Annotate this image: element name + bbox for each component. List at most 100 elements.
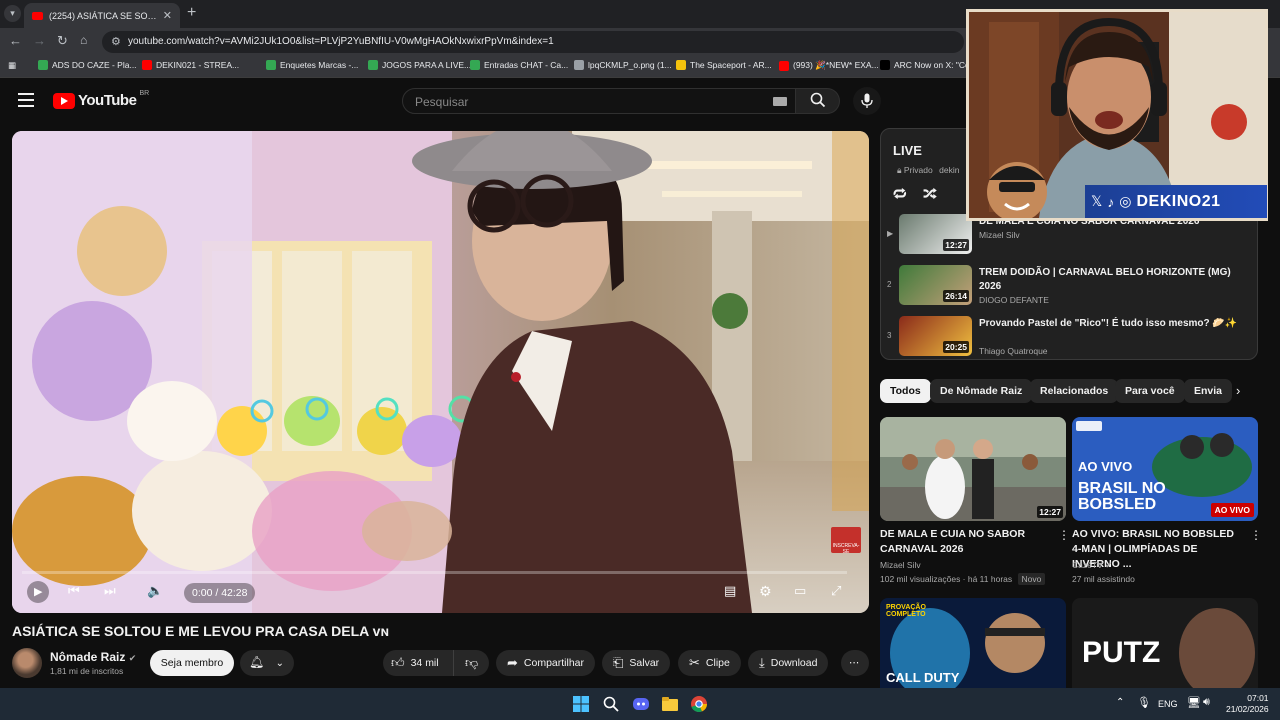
settings-icon[interactable]: ⚙ <box>759 583 772 600</box>
video-duration: 26:14 <box>943 290 969 302</box>
chip-related[interactable]: Relacionados <box>1030 379 1119 403</box>
video-thumbnail[interactable]: PROVAÇÃO COMPLETO CALL DUTY <box>880 598 1066 688</box>
bookmark-item[interactable]: Entradas CHAT - Ca... <box>470 60 568 70</box>
back-icon[interactable]: ← <box>9 33 22 48</box>
playlist-item[interactable]: 2 26:14 TREM DOIDÃO | CARNAVAL BELO HORIZO… <box>881 262 1257 312</box>
playlist-item[interactable]: 3 20:25 Provando Pastel de "Rico"! É tudo … <box>881 313 1257 359</box>
playlist-item-title[interactable]: TREM DOIDÃO | CARNAVAL BELO HORIZONTE (M… <box>979 266 1241 294</box>
video-thumbnail[interactable]: 20:25 <box>899 316 972 356</box>
viewer-count: 27 mil assistindo <box>1072 574 1135 584</box>
save-button[interactable]: ⎗ Salvar <box>602 650 671 676</box>
subtitles-icon[interactable]: ▤ <box>724 583 736 599</box>
channel-avatar[interactable] <box>12 648 42 678</box>
playlist-title[interactable]: LIVE <box>893 143 922 158</box>
video-thumbnail[interactable]: 12:27 <box>899 214 972 254</box>
file-explorer-icon[interactable] <box>661 695 679 713</box>
join-button[interactable]: Seja membro <box>150 650 234 676</box>
video-player[interactable] <box>12 131 869 613</box>
recommendation-card[interactable]: PUTZ <box>1072 598 1258 688</box>
previous-icon[interactable]: ⏮ <box>68 583 80 599</box>
microphone-icon[interactable]: 🎙︎ <box>1137 696 1151 709</box>
notifications-button[interactable]: 🔔︎ ⌄ <box>240 650 294 676</box>
discord-icon[interactable] <box>632 695 650 713</box>
subscribe-watermark[interactable]: INSCREVA-SE <box>831 527 861 555</box>
video-thumbnail[interactable]: AO VIVO BRASIL NO BOBSLED AO VIVO <box>1072 417 1258 521</box>
volume-icon[interactable]: 🔈 <box>147 583 163 599</box>
chevron-right-icon[interactable]: › <box>1236 383 1240 398</box>
search-icon[interactable] <box>602 695 620 713</box>
bookmark-item[interactable]: JOGOS PARA A LIVE... <box>368 60 471 70</box>
playlist-item-channel[interactable]: Mizael Silv <box>979 230 1020 240</box>
search-input[interactable]: Pesquisar <box>402 88 796 114</box>
site-info-icon[interactable]: ⚙ <box>111 35 121 48</box>
playlist-item-channel[interactable]: DIOGO DEFANTE <box>979 295 1049 305</box>
next-icon[interactable]: ⏭ <box>104 583 116 599</box>
bookmark-item[interactable]: DEKIN021 - STREA... <box>142 60 239 70</box>
network-icon[interactable]: 🖥︎ <box>1187 696 1201 709</box>
apps-icon[interactable]: ▦ <box>8 60 16 71</box>
close-tab-icon[interactable]: ✕ <box>163 9 172 22</box>
channel-name[interactable]: CazéTV ✔ <box>1072 560 1112 571</box>
windows-start-icon[interactable] <box>572 695 590 713</box>
reload-icon[interactable]: ↻ <box>57 33 68 49</box>
home-icon[interactable]: ⌂ <box>80 33 87 47</box>
chip-for-you[interactable]: Para você <box>1115 379 1185 403</box>
tab-search-button[interactable]: ▾ <box>4 5 21 22</box>
forward-icon[interactable]: → <box>33 33 46 48</box>
chip-uploaded[interactable]: Envia <box>1184 379 1233 403</box>
playlist-item-title[interactable]: Provando Pastel de "Rico"! É tudo isso m… <box>979 317 1241 331</box>
shuffle-icon[interactable]: 🔀︎ <box>923 183 937 204</box>
voice-search-button[interactable] <box>853 87 881 115</box>
volume-icon[interactable]: 🔊︎ <box>1203 696 1210 709</box>
video-title[interactable]: DE MALA E CUIA NO SABOR CARNAVAL 2026 <box>880 527 1050 557</box>
bookmark-item[interactable]: (993) 🎉*NEW* EXA... <box>779 60 879 71</box>
video-thumbnail[interactable]: PUTZ <box>1072 598 1258 688</box>
play-icon[interactable]: ▶ <box>27 581 49 603</box>
bookmark-icon: ⎗ <box>613 655 624 670</box>
fullscreen-icon[interactable]: ⤢ <box>831 583 841 599</box>
url-input[interactable]: ⚙ youtube.com/watch?v=AVMi2JUk1O0&list=P… <box>102 31 964 53</box>
chip-all[interactable]: Todos <box>880 379 931 403</box>
more-vertical-icon[interactable]: ⋮ <box>1058 528 1070 542</box>
video-thumbnail[interactable]: 26:14 <box>899 265 972 305</box>
chevron-up-icon[interactable]: ⌃ <box>1116 697 1124 708</box>
bookmark-item[interactable]: Enquetes Marcas -... <box>266 60 358 70</box>
bookmark-label: Entradas CHAT - Ca... <box>484 60 569 70</box>
video-thumbnail[interactable]: 12:27 <box>880 417 1066 521</box>
thumbnail-text: BRASIL NO BOBSLED <box>1078 480 1166 513</box>
system-clock[interactable]: 07:01 21/02/2026 <box>1226 693 1269 715</box>
thumbnail-text: PUTZ <box>1082 636 1161 669</box>
thumbnail-text: PROVAÇÃO COMPLETO <box>886 604 926 618</box>
language-indicator[interactable]: ENG <box>1158 699 1178 709</box>
bookmark-item[interactable]: lpqCKMLP_o.png (1... <box>574 60 672 70</box>
keyboard-icon[interactable] <box>773 97 787 106</box>
dislike-button[interactable]: 👎︎ <box>453 650 489 676</box>
bookmark-item[interactable]: ADS DO CAZE - Pla... <box>38 60 137 70</box>
clip-button[interactable]: ✂ Clipe <box>678 650 741 676</box>
browser-tab-active[interactable]: (2254) ASIÁTICA SE SOLTOU E M ✕ <box>24 3 180 28</box>
youtube-logo[interactable]: YouTube BR <box>53 90 149 109</box>
miniplayer-icon[interactable]: ▭ <box>794 583 806 599</box>
like-button[interactable]: 👍︎ 34 mil <box>383 650 453 676</box>
spaceport-icon <box>676 60 686 70</box>
menu-icon[interactable] <box>18 93 34 111</box>
more-actions-button[interactable]: ⋯ <box>841 650 869 676</box>
verified-icon: ✔ <box>1105 560 1113 570</box>
playlist-item-channel[interactable]: Thiago Quatroque <box>979 346 1048 356</box>
recommendation-card[interactable]: AO VIVO BRASIL NO BOBSLED AO VIVO AO VIV… <box>1072 417 1262 587</box>
loop-icon[interactable]: 🔁︎ <box>893 183 907 204</box>
new-tab-button[interactable]: + <box>187 4 196 22</box>
more-vertical-icon[interactable]: ⋮ <box>1250 528 1262 542</box>
channel-name[interactable]: Nômade Raiz ✔ <box>50 650 136 664</box>
bookmark-item[interactable]: The Spaceport - AR... <box>676 60 772 70</box>
recommendation-card[interactable]: 12:27 DE MALA E CUIA NO SABOR CARNAVAL 2… <box>880 417 1070 587</box>
chip-from-channel[interactable]: De Nômade Raiz <box>930 379 1033 403</box>
bookmark-item[interactable]: ARC Now on X: "Co... <box>880 60 977 70</box>
progress-bar[interactable] <box>10 570 847 574</box>
chrome-icon[interactable] <box>690 695 708 713</box>
share-button[interactable]: ➦ Compartilhar <box>496 650 596 676</box>
recommendation-card[interactable]: PROVAÇÃO COMPLETO CALL DUTY <box>880 598 1066 688</box>
download-button[interactable]: ⤓ Download <box>748 650 829 676</box>
search-button[interactable] <box>796 88 840 114</box>
channel-name[interactable]: Mizael Silv <box>880 560 921 570</box>
